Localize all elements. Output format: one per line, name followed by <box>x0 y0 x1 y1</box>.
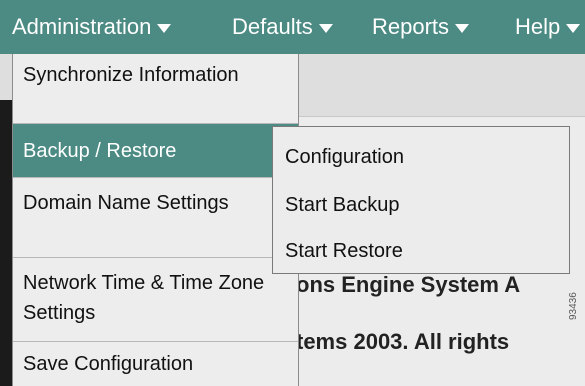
menu-reports-label: Reports <box>372 14 450 39</box>
page-text-line2: tems 2003. All rights <box>296 329 510 354</box>
administration-dropdown: Synchronize Information Backup / Restore… <box>12 54 299 386</box>
menu-defaults-label: Defaults <box>232 14 313 39</box>
menu-administration[interactable]: Administration <box>12 0 172 54</box>
menu-administration-label: Administration <box>12 14 152 39</box>
submenu-item-configuration[interactable]: Configuration <box>273 133 569 181</box>
menu-help[interactable]: Help <box>515 0 581 54</box>
menu-item-synchronize-information[interactable]: Synchronize Information <box>13 54 298 124</box>
menu-defaults[interactable]: Defaults <box>232 0 333 54</box>
submenu-item-start-backup[interactable]: Start Backup <box>273 181 569 229</box>
menu-item-save-configuration[interactable]: Save Configuration <box>13 342 298 386</box>
caret-down-icon <box>157 23 172 33</box>
menu-item-backup-restore[interactable]: Backup / Restore <box>13 124 298 178</box>
page-left-edge <box>0 100 12 386</box>
menu-item-network-time-settings[interactable]: Network Time & Time Zone Settings <box>13 258 298 342</box>
caret-down-icon <box>318 23 333 33</box>
menu-item-domain-name-settings[interactable]: Domain Name Settings <box>13 178 298 258</box>
menu-bar: Administration Defaults Reports Help <box>0 0 585 54</box>
menu-help-label: Help <box>515 14 561 39</box>
side-code: 93436 <box>568 292 579 320</box>
submenu-item-start-restore[interactable]: Start Restore <box>273 227 569 275</box>
page-text-line1: ons Engine System A <box>296 272 521 297</box>
caret-down-icon <box>566 23 581 33</box>
caret-down-icon <box>455 23 470 33</box>
menu-reports[interactable]: Reports <box>372 0 470 54</box>
backup-restore-submenu: Configuration Start Backup Start Restore <box>272 126 570 274</box>
